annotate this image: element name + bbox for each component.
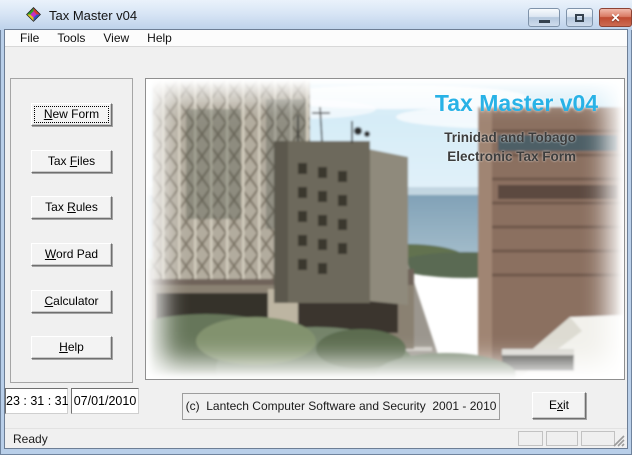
minimize-icon — [538, 20, 550, 23]
time-display[interactable]: 23 : 31 : 31 — [5, 388, 69, 414]
help-button[interactable]: Help — [31, 336, 112, 359]
new-form-button[interactable]: New Form — [31, 103, 112, 126]
menu-file[interactable]: File — [11, 30, 48, 47]
status-text: Ready — [13, 432, 48, 446]
title-bar: Tax Master v04 ✕ — [0, 0, 632, 30]
gem-app-icon — [26, 7, 41, 22]
hero-photo — [146, 79, 624, 379]
date-display[interactable]: 07/01/2010 — [71, 388, 139, 414]
tax-files-button[interactable]: Tax Files — [31, 150, 112, 173]
calculator-button[interactable]: Calculator — [31, 290, 112, 313]
statusbar-panel — [518, 431, 543, 446]
exit-button[interactable]: Exit — [532, 392, 586, 419]
close-button[interactable]: ✕ — [599, 8, 632, 27]
word-pad-button[interactable]: Word Pad — [31, 243, 112, 266]
close-icon: ✕ — [610, 10, 621, 25]
tax-rules-button[interactable]: Tax Rules — [31, 196, 112, 219]
status-bar: Ready — [5, 428, 627, 448]
menu-tools[interactable]: Tools — [48, 30, 94, 47]
resize-grip-icon[interactable] — [611, 433, 625, 447]
statusbar-panel — [581, 431, 615, 446]
maximize-button[interactable] — [566, 8, 593, 27]
hero-title: Tax Master v04 — [434, 90, 599, 116]
client-area: File Tools View Help New Form Tax Files … — [5, 30, 627, 448]
window-title: Tax Master v04 — [49, 8, 138, 23]
hero-image-panel: Tax Master v04 Trinidad and Tobago Elect… — [145, 78, 625, 380]
menu-bar: File Tools View Help — [5, 30, 627, 47]
statusbar-panel — [546, 431, 578, 446]
hero-subtitle-line2: Electronic Tax Form — [447, 149, 576, 164]
menu-view[interactable]: View — [94, 30, 138, 47]
menu-help[interactable]: Help — [138, 30, 181, 47]
hero-subtitle: Trinidad and Tobago Electronic Tax Form — [374, 128, 576, 166]
hero-subtitle-line1: Trinidad and Tobago — [444, 130, 576, 145]
maximize-icon — [575, 13, 584, 22]
minimize-button[interactable] — [528, 8, 560, 27]
copyright-label: (c) Lantech Computer Software and Securi… — [182, 393, 500, 420]
app-window: Tax Master v04 ✕ File Tools View Help Ne… — [0, 0, 632, 455]
